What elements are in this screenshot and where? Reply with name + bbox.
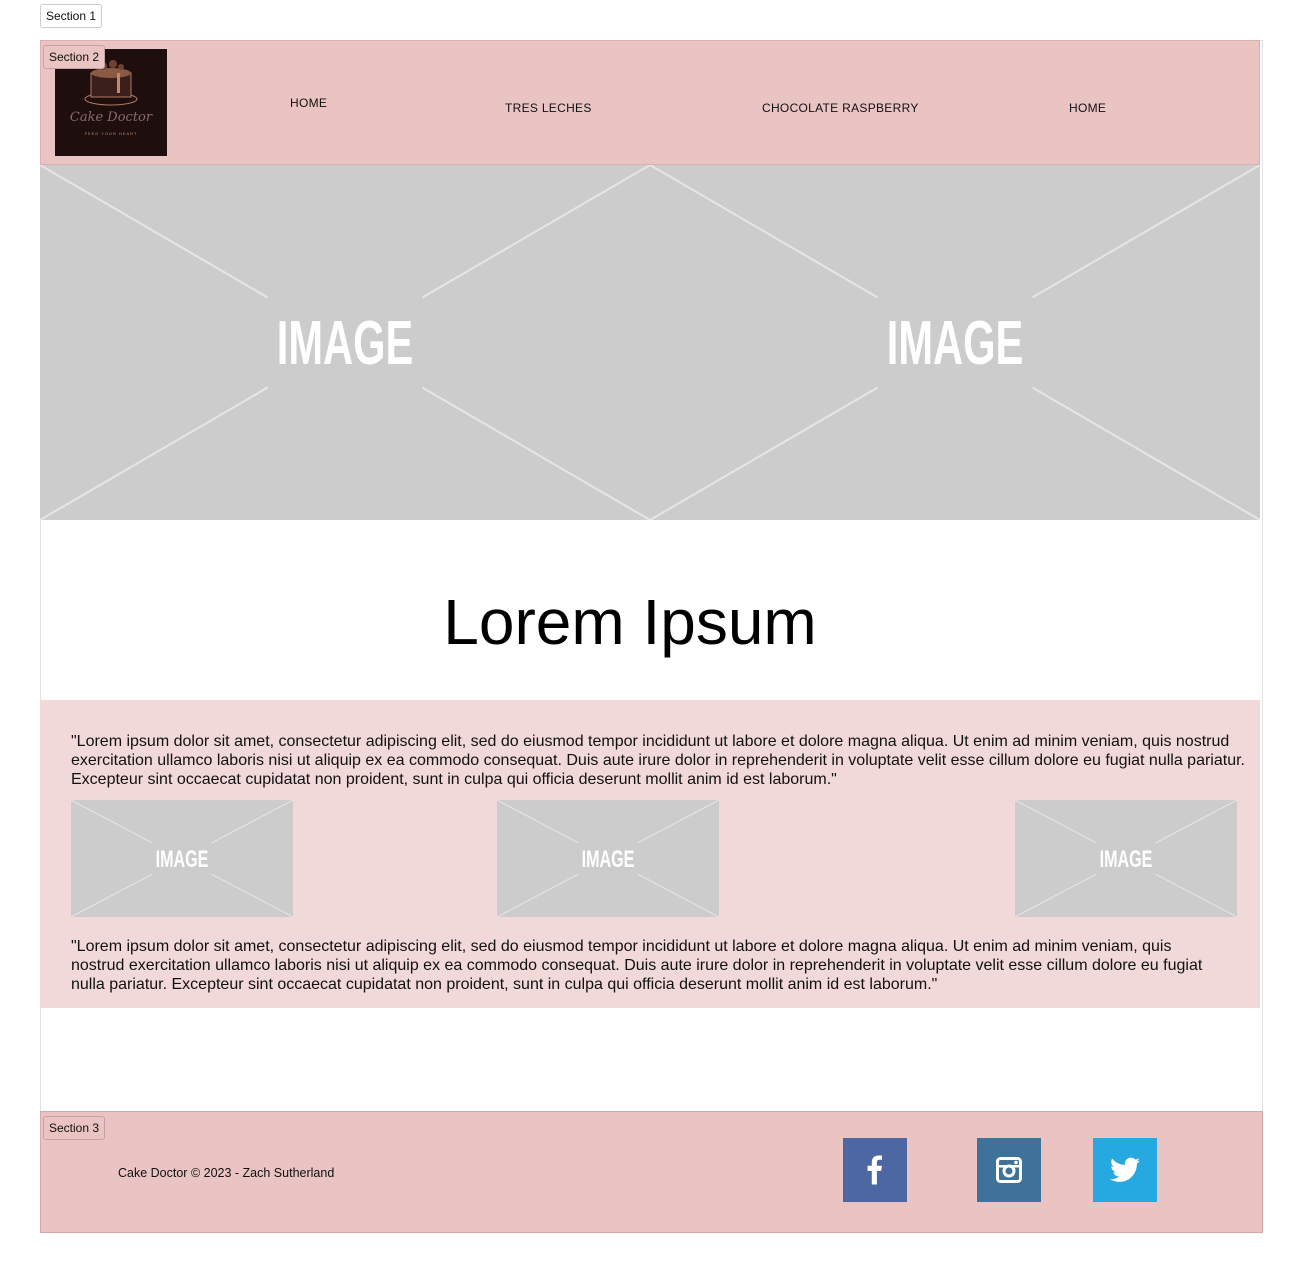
placeholder-label: IMAGE (156, 846, 209, 873)
facebook-icon (867, 1155, 882, 1185)
section-1-label: Section 1 (40, 4, 103, 28)
nav-home[interactable]: HOME (290, 96, 327, 110)
twitter-link[interactable] (1093, 1138, 1157, 1202)
copyright: Cake Doctor © 2023 - Zach Sutherland (118, 1166, 335, 1180)
placeholder-label: IMAGE (1100, 846, 1153, 873)
gallery-image-1: IMAGE (71, 800, 293, 917)
logo-brand: Cake Doctor (69, 110, 153, 125)
header: Cake Doctor FEED YOUR HEART HOME TRES LE… (40, 40, 1260, 165)
logo-tagline: FEED YOUR HEART (84, 131, 138, 136)
gallery-image-2: IMAGE (497, 800, 719, 917)
placeholder-label: IMAGE (582, 846, 635, 873)
image-placeholder-icon: IMAGE (1015, 800, 1237, 917)
hero-image-1: IMAGE (40, 165, 650, 520)
image-placeholder-icon: IMAGE (71, 800, 293, 917)
image-placeholder-icon: IMAGE (650, 165, 1260, 520)
instagram-icon (996, 1157, 1022, 1183)
placeholder-label: IMAGE (887, 309, 1023, 378)
section-3-label: Section 3 (43, 1116, 106, 1140)
paragraph-2: "Lorem ipsum dolor sit amet, consectetur… (71, 938, 1203, 993)
hero-image-2: IMAGE (650, 165, 1260, 520)
footer: Cake Doctor © 2023 - Zach Sutherland (40, 1111, 1263, 1233)
page-heading: Lorem Ipsum (443, 586, 817, 658)
nav-home-2[interactable]: HOME (1069, 101, 1106, 115)
gallery-image-3: IMAGE (1015, 800, 1237, 917)
nav-tres-leches[interactable]: TRES LECHES (505, 101, 592, 115)
placeholder-label: IMAGE (277, 309, 413, 378)
image-placeholder-icon: IMAGE (40, 165, 650, 520)
image-placeholder-icon: IMAGE (497, 800, 719, 917)
paragraph-1: "Lorem ipsum dolor sit amet, consectetur… (71, 733, 1245, 788)
nav-chocolate-raspberry[interactable]: CHOCOLATE RASPBERRY (762, 101, 919, 115)
section-2-label: Section 2 (43, 45, 106, 69)
instagram-link[interactable] (977, 1138, 1041, 1202)
facebook-link[interactable] (843, 1138, 907, 1202)
twitter-icon (1110, 1157, 1140, 1182)
